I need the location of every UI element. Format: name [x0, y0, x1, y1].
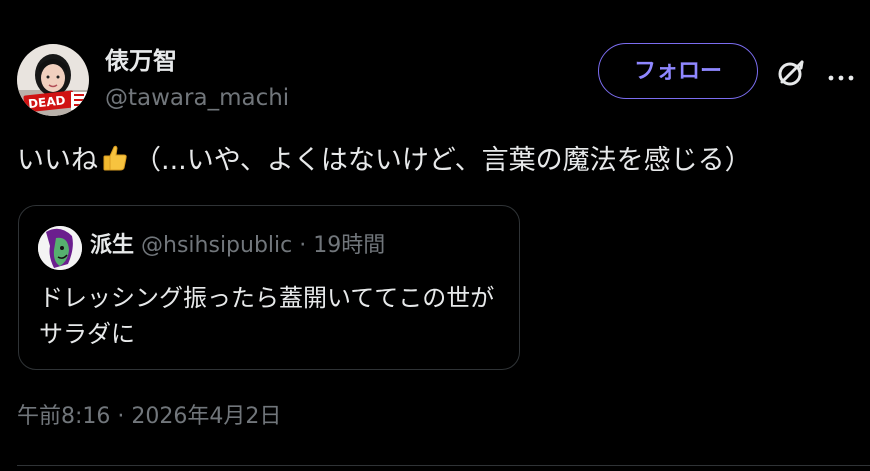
post-timestamp[interactable]: 午前8:16 · 2026年4月2日 — [17, 401, 281, 433]
quoted-post-time[interactable]: 19時間 — [313, 233, 385, 258]
author-display-name[interactable]: 俵万智 — [105, 46, 177, 76]
tweet-text-lead: いいね — [17, 145, 98, 176]
quoted-author-avatar-image — [38, 226, 82, 270]
thumbs-up-icon — [100, 143, 130, 173]
quoted-post-text: ドレッシング振ったら蓋開いててこの世がサラダに — [39, 284, 495, 348]
follow-button[interactable]: フォロー — [598, 43, 758, 99]
quoted-post-card[interactable]: 派生 @hsihsipublic · 19時間 ドレッシング振ったら蓋開いててこ… — [18, 205, 520, 370]
author-avatar[interactable]: DEAD — [17, 44, 89, 116]
author-avatar-image: DEAD — [17, 44, 89, 116]
quoted-header-separator: · — [299, 233, 307, 258]
grok-icon[interactable] — [774, 56, 808, 90]
quoted-author-name[interactable]: 派生 — [90, 233, 134, 258]
quoted-post-header: 派生 @hsihsipublic · 19時間 — [90, 230, 385, 262]
more-icon[interactable] — [826, 68, 856, 81]
quoted-author-avatar[interactable] — [38, 226, 82, 270]
quoted-author-handle[interactable]: @hsihsipublic — [141, 233, 292, 258]
tweet-text: いいね （...いや、よくはないけど、言葉の魔法を感じる） — [17, 141, 752, 181]
author-handle[interactable]: @tawara_machi — [105, 84, 289, 112]
bottom-divider — [17, 465, 870, 466]
tweet-text-trail: （...いや、よくはないけど、言葉の魔法を感じる） — [134, 145, 752, 176]
